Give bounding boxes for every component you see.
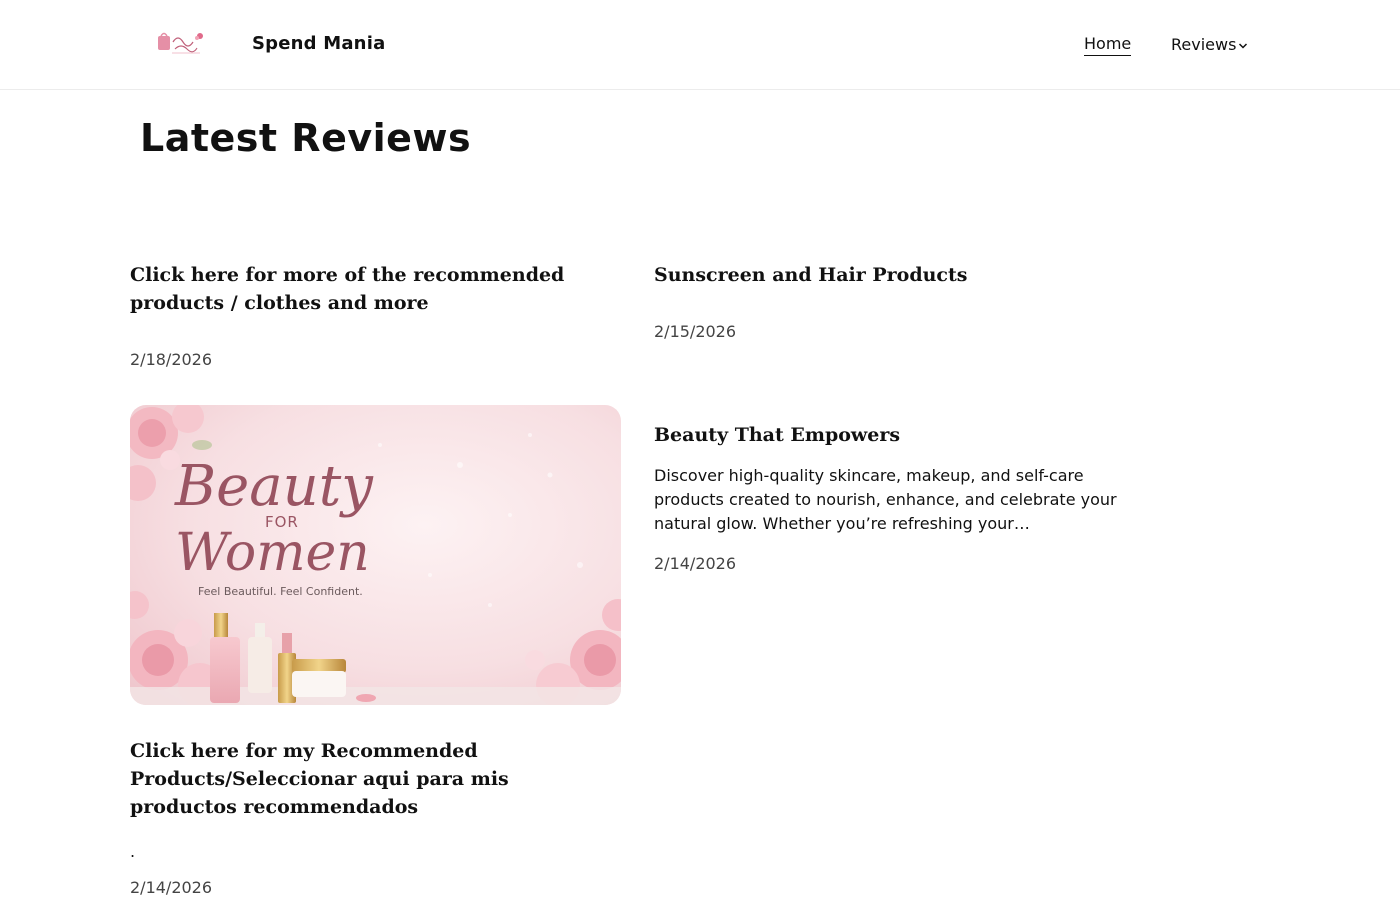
page-title: Latest Reviews [140, 116, 472, 160]
review-thumbnail-image[interactable]: Beauty FOR Women Feel Beautiful. Feel Co… [130, 405, 621, 705]
review-card: Beauty That Empowers Discover high-quali… [654, 421, 1144, 573]
review-excerpt: . [130, 842, 136, 861]
thumbnail-script-beauty: Beauty [174, 454, 374, 519]
review-card: Beauty FOR Women Feel Beautiful. Feel Co… [130, 405, 621, 897]
review-title-link[interactable]: Click here for my Recommended Products/S… [130, 737, 621, 821]
site-title[interactable]: Spend Mania [252, 33, 385, 54]
review-date: 2/14/2026 [130, 878, 213, 897]
review-date: 2/14/2026 [654, 554, 737, 573]
site-title-text: Spend Mania [252, 33, 386, 54]
review-title-link[interactable]: Click here for more of the recommended p… [130, 261, 620, 317]
site-header: Spend Mania Home Reviews [0, 0, 1400, 90]
review-card: Click here for more of the recommended p… [130, 261, 620, 369]
nav-reviews-dropdown[interactable]: Reviews [1171, 35, 1248, 54]
review-card: Sunscreen and Hair Products 2/15/2026 [654, 261, 1144, 341]
chevron-down-icon [1239, 42, 1248, 49]
review-date: 2/18/2026 [130, 350, 213, 369]
nav-home-link[interactable]: Home [1084, 34, 1132, 56]
thumbnail-script-women: Women [175, 523, 370, 583]
review-excerpt: Discover high-quality skincare, makeup, … [654, 466, 1117, 533]
thumbnail-tagline: Feel Beautiful. Feel Confident. [198, 585, 363, 598]
review-date: 2/15/2026 [654, 322, 737, 341]
nav-reviews-label: Reviews [1171, 35, 1237, 54]
review-title-link[interactable]: Sunscreen and Hair Products [654, 261, 1144, 289]
site-logo[interactable] [156, 30, 206, 56]
review-title-link[interactable]: Beauty That Empowers [654, 421, 1144, 449]
